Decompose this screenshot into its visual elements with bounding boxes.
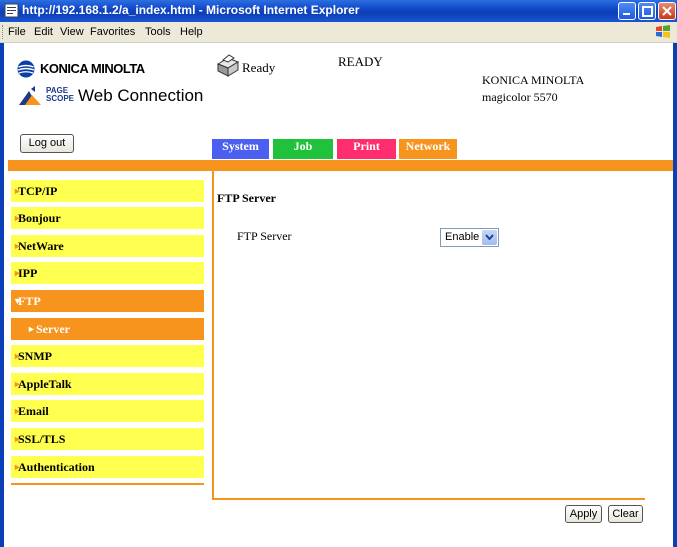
sidebar-bottom-rule (11, 483, 204, 485)
sidebar-item-label: NetWare (18, 239, 64, 253)
arrow-right-icon: ► (13, 379, 22, 389)
sidebar-subitem-label: Server (36, 322, 70, 336)
menu-edit[interactable]: Edit (34, 26, 53, 38)
printer-status-icon (216, 54, 240, 77)
sidebar-item-label: SNMP (18, 349, 52, 363)
konica-minolta-logo-icon (17, 60, 35, 78)
tab-system[interactable]: System (212, 139, 269, 159)
menu-favorites[interactable]: Favorites (90, 26, 135, 38)
sidebar-item-label: Email (18, 404, 49, 418)
tab-job[interactable]: Job (273, 139, 333, 159)
chevron-down-icon (485, 234, 494, 240)
clear-button[interactable]: Clear (608, 505, 643, 523)
sidebar-item-tcpip[interactable]: ► TCP/IP (11, 180, 204, 202)
menu-view[interactable]: View (60, 26, 84, 38)
device-brand: KONICA MINOLTA (482, 73, 585, 87)
sidebar-item-label: Authentication (18, 460, 95, 474)
maximize-icon (642, 6, 653, 17)
sidebar-item-ssltls[interactable]: ► SSL/TLS (11, 428, 204, 450)
sidebar-item-label: AppleTalk (18, 377, 72, 391)
arrow-right-icon: ► (13, 462, 22, 472)
window-title: http://192.168.1.2/a_index.html - Micros… (22, 3, 360, 17)
sidebar-item-label: Bonjour (18, 211, 61, 225)
minimize-button[interactable] (618, 2, 636, 20)
sidebar-item-netware[interactable]: ► NetWare (11, 235, 204, 257)
maximize-button[interactable] (638, 2, 656, 20)
ftp-server-label: FTP Server (237, 229, 292, 243)
pagescope-logo-icon (19, 86, 41, 105)
arrow-right-icon: ► (13, 213, 22, 223)
sidebar-item-ftp[interactable]: ▼ FTP (11, 290, 204, 312)
pagescope-line2: SCOPE (46, 94, 75, 103)
arrow-right-icon: ► (13, 406, 22, 416)
content-divider-vertical (212, 171, 214, 498)
device-model: magicolor 5570 (482, 90, 558, 104)
sidebar-item-snmp[interactable]: ► SNMP (11, 345, 204, 367)
tab-print[interactable]: Print (337, 139, 396, 159)
page-title: FTP Server (217, 191, 276, 205)
ftp-server-select[interactable]: Enable (440, 228, 499, 247)
sidebar-item-ipp[interactable]: ► IPP (11, 262, 204, 284)
menu-file[interactable]: File (8, 26, 26, 38)
status-main: READY (338, 54, 383, 69)
sidebar-item-email[interactable]: ► Email (11, 400, 204, 422)
dropdown-button[interactable] (482, 230, 497, 245)
ie-page-icon (4, 3, 19, 18)
close-button[interactable] (658, 2, 676, 20)
ftp-server-value: Enable (445, 231, 480, 243)
logout-button[interactable]: Log out (20, 134, 74, 153)
close-icon (662, 6, 672, 16)
status-short: Ready (242, 60, 276, 75)
arrow-down-icon: ▼ (13, 296, 22, 306)
menu-bar: File Edit View Favorites Tools Help (0, 22, 677, 43)
arrow-right-icon: ► (13, 351, 22, 361)
arrow-right-icon: ► (13, 186, 22, 196)
product-name: Web Connection (78, 86, 204, 105)
sidebar-item-appletalk[interactable]: ► AppleTalk (11, 373, 204, 395)
window-titlebar: http://192.168.1.2/a_index.html - Micros… (0, 0, 677, 23)
window-frame-left (0, 43, 4, 547)
tab-underline-bar (8, 160, 673, 171)
menu-help[interactable]: Help (180, 26, 203, 38)
brand-name: KONICA MINOLTA (40, 61, 145, 76)
sidebar-item-authentication[interactable]: ► Authentication (11, 456, 204, 478)
menu-tools[interactable]: Tools (145, 26, 171, 38)
arrow-right-icon: ► (13, 434, 22, 444)
windows-logo-icon (656, 25, 670, 38)
arrow-right-icon: ► (13, 241, 22, 251)
apply-button[interactable]: Apply (565, 505, 602, 523)
content-divider-horizontal (212, 498, 645, 500)
arrow-right-icon: ► (13, 268, 22, 278)
sidebar-subitem-server[interactable]: ► Server (11, 318, 204, 340)
minimize-icon (623, 13, 630, 15)
sidebar-item-label: SSL/TLS (18, 432, 66, 446)
sidebar-item-label: TCP/IP (18, 184, 58, 198)
pagescope-wordmark: PAGE SCOPE (46, 87, 74, 103)
arrow-right-icon: ► (27, 324, 36, 334)
window-frame-right (673, 43, 677, 547)
menu-grip (2, 25, 6, 39)
sidebar-item-bonjour[interactable]: ► Bonjour (11, 207, 204, 229)
tab-network[interactable]: Network (399, 139, 457, 159)
